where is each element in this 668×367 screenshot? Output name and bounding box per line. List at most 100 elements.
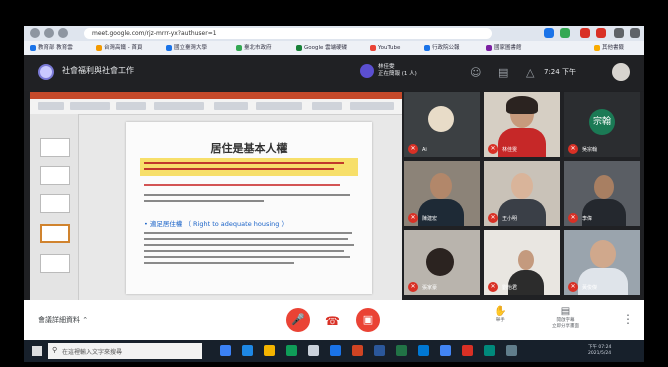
bookmark-item[interactable]: YouTube [370, 43, 400, 53]
participant-tile[interactable]: 宗翰 ✕ 吳宗翰 [564, 92, 640, 157]
bookmark-item[interactable]: 台灣高鐵 - 首頁 [96, 43, 142, 53]
camera-off-icon: ▣ [362, 313, 374, 326]
bookmark-item[interactable]: 臺北市政府 [236, 43, 272, 53]
participant-name: 吳宗翰 [582, 147, 598, 153]
slide-thumbnail[interactable] [40, 254, 70, 273]
mic-off-icon: ✕ [568, 213, 578, 223]
bookmark-item[interactable]: 國立臺灣大學 [166, 43, 207, 53]
participant-name: 李偉 [582, 216, 593, 222]
mic-off-icon: ✕ [568, 282, 578, 292]
meeting-title: 社會福利與社會工作 [62, 66, 134, 75]
participant-initials: 宗翰 [589, 109, 615, 135]
participant-tile[interactable]: ✕ 劉怡君 [484, 230, 560, 295]
powerpoint-icon[interactable] [352, 345, 363, 356]
bookmark-item[interactable]: 其他書籤 [594, 43, 624, 53]
system-clock[interactable]: 下午 07:24 2021/5/24 [588, 345, 611, 357]
extension-icon[interactable] [580, 28, 590, 38]
meet-logo-icon [38, 64, 54, 80]
microphone-off-icon: 🎤 [291, 313, 305, 326]
slide-highlight [140, 158, 358, 176]
extension-icon[interactable] [596, 28, 606, 38]
meeting-details-button[interactable]: 會議詳細資料 ⌃ [38, 315, 88, 325]
windows-taskbar: ⚲ 在這裡輸入文字來搜尋 下午 07:24 2021/5/24 [24, 340, 644, 362]
bookmark-item[interactable]: 教育部 教育雲 [30, 43, 73, 53]
chrome-icon[interactable] [286, 345, 297, 356]
participant-name: 劉怡君 [502, 285, 518, 291]
outlook-icon[interactable] [418, 345, 429, 356]
bookmark-item[interactable]: Google 雲端硬碟 [296, 43, 347, 53]
profile-icon[interactable] [614, 28, 624, 38]
participant-grid: ✕ Ai ✕ 林佳雯 宗翰 ✕ 吳宗翰 ✕ 陳建宏 ✕ 王小明 ✕ 李偉 ✕ 張… [404, 92, 644, 300]
back-icon[interactable] [30, 28, 40, 38]
mic-off-icon: ✕ [408, 213, 418, 223]
participant-tile[interactable]: ✕ Ai [404, 92, 480, 157]
raise-hand-button[interactable]: ✋ 舉手 [494, 306, 506, 323]
mic-off-icon: ✕ [408, 144, 418, 154]
camera-button[interactable]: ▣ [356, 308, 380, 332]
presenter-name: 林佳雯 [378, 64, 395, 70]
microphone-button[interactable]: 🎤 [286, 308, 310, 332]
participant-tile[interactable]: ✕ 陳建宏 [404, 161, 480, 226]
taskbar-search-input[interactable]: ⚲ 在這裡輸入文字來搜尋 [48, 343, 202, 359]
excel-icon[interactable] [396, 345, 407, 356]
presenter-status: 正在簡報 (1 人) [378, 71, 417, 77]
tray-time: 下午 07:24 [588, 345, 612, 350]
participant-name: 陳建宏 [422, 216, 438, 222]
powerpoint-ribbon [30, 92, 402, 115]
activities-icon[interactable]: △ [526, 66, 534, 79]
slide-thumbnails [30, 114, 79, 300]
participant-tile[interactable]: ✕ 黃俊傑 [564, 230, 640, 295]
avatar[interactable] [612, 63, 630, 81]
reload-icon[interactable] [58, 28, 68, 38]
line-icon[interactable] [484, 345, 495, 356]
mail-icon[interactable] [330, 345, 341, 356]
task-view-icon[interactable] [220, 345, 231, 356]
meet-controls-bar: 會議詳細資料 ⌃ 🎤 ☎ ▣ ✋ 舉手 ▤ 開啟字幕 立即分享畫面 ⋮ [24, 300, 644, 340]
meet-header: 社會福利與社會工作 林佳雯 正在簡報 (1 人) ☺ ▤ △ 7:24 下午 [24, 55, 644, 91]
extension-icon[interactable] [560, 28, 570, 38]
extension-icon[interactable] [544, 28, 554, 38]
people-icon[interactable]: ☺ [470, 66, 481, 79]
mic-off-icon: ✕ [488, 144, 498, 154]
participant-tile[interactable]: ✕ 林佳雯 [484, 92, 560, 157]
app-icon[interactable] [462, 345, 473, 356]
participant-tile[interactable]: ✕ 李偉 [564, 161, 640, 226]
app-icon[interactable] [506, 345, 517, 356]
participant-tile[interactable]: ✕ 張家豪 [404, 230, 480, 295]
bookmarks-bar: 教育部 教育雲 台灣高鐵 - 首頁 國立臺灣大學 臺北市政府 Google 雲端… [24, 41, 644, 56]
slide-title: 居住是基本人權 [210, 142, 288, 155]
participant-tile[interactable]: ✕ 王小明 [484, 161, 560, 226]
address-bar[interactable]: meet.google.com/rjz-mrrr-yx?authuser=1 [84, 28, 492, 39]
hang-up-icon: ☎ [325, 314, 340, 328]
avatar [360, 64, 374, 78]
menu-icon[interactable] [630, 28, 640, 38]
windows-start-icon[interactable] [32, 346, 42, 356]
captions-button[interactable]: ▤ 開啟字幕 立即分享畫面 [552, 306, 579, 329]
forward-icon[interactable] [44, 28, 54, 38]
search-placeholder: 在這裡輸入文字來搜尋 [62, 349, 123, 356]
slide-thumbnail[interactable] [40, 166, 70, 185]
screen-frame: meet.google.com/rjz-mrrr-yx?authuser=1 教… [24, 26, 644, 362]
slide-thumbnail[interactable] [40, 224, 70, 243]
present-now-label: 立即分享畫面 [552, 324, 579, 329]
mic-off-icon: ✕ [488, 282, 498, 292]
search-icon: ⚲ [52, 346, 58, 354]
more-options-icon[interactable]: ⋮ [622, 312, 634, 326]
chat-icon[interactable]: ▤ [498, 66, 508, 79]
mic-off-icon: ✕ [488, 213, 498, 223]
app-icon[interactable] [440, 345, 451, 356]
participant-name: 黃俊傑 [582, 285, 598, 291]
tray-date: 2021/5/24 [588, 351, 612, 356]
slide-thumbnail[interactable] [40, 138, 70, 157]
hang-up-button[interactable]: ☎ [325, 314, 340, 328]
clock: 7:24 下午 [544, 68, 576, 76]
store-icon[interactable] [308, 345, 319, 356]
word-icon[interactable] [374, 345, 385, 356]
participant-name: 王小明 [502, 216, 518, 222]
bookmark-item[interactable]: 行政院公報 [424, 43, 460, 53]
file-explorer-icon[interactable] [264, 345, 275, 356]
slide-thumbnail[interactable] [40, 194, 70, 213]
edge-icon[interactable] [242, 345, 253, 356]
mic-off-icon: ✕ [568, 144, 578, 154]
bookmark-item[interactable]: 國家圖書館 [486, 43, 522, 53]
